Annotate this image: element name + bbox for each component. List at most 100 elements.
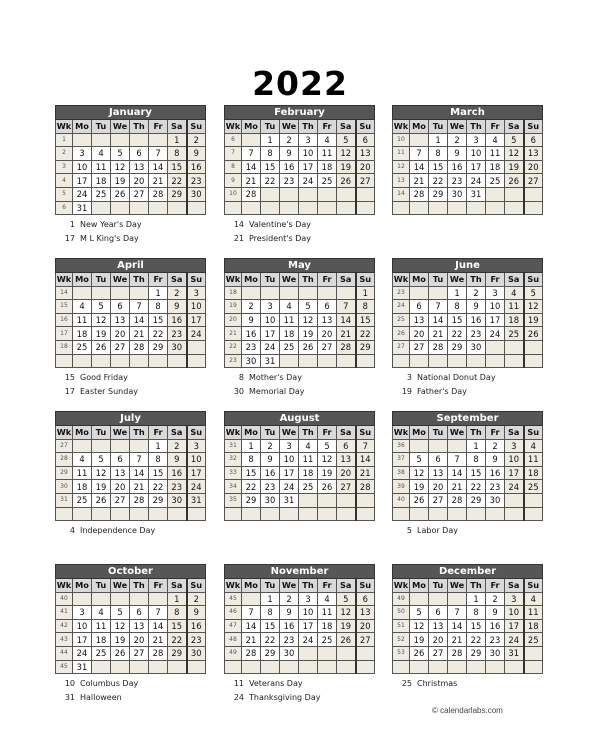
day-cell: 30 bbox=[485, 492, 505, 508]
week-number: 17 bbox=[55, 326, 73, 341]
day-cell: 15 bbox=[241, 465, 261, 481]
weekday-header: Mo bbox=[409, 425, 429, 440]
day-cell: 1 bbox=[447, 285, 467, 301]
weekday-header: Sa bbox=[336, 272, 356, 287]
day-cell: 29 bbox=[447, 339, 467, 355]
month-march: March Wk Mo Tu We Th Fr Sa Su 10 1 2 3 4 5 6 11 7 8 9 10 11 12… bbox=[392, 105, 543, 216]
empty-day-cell bbox=[279, 285, 299, 301]
empty-day-cell bbox=[336, 186, 356, 202]
empty-day-cell bbox=[317, 200, 337, 216]
day-cell: 15 bbox=[167, 618, 187, 634]
weekday-header: We bbox=[110, 119, 130, 134]
day-cell: 30 bbox=[260, 492, 280, 508]
day-cell: 28 bbox=[129, 339, 149, 355]
empty-day-cell bbox=[110, 353, 130, 369]
holiday-name: Father's Day bbox=[417, 387, 467, 396]
week-number: 19 bbox=[224, 299, 242, 314]
day-cell: 18 bbox=[72, 326, 92, 341]
empty-day-cell bbox=[428, 506, 448, 522]
weekday-header: Wk bbox=[55, 272, 73, 287]
empty-day-cell bbox=[485, 339, 505, 355]
day-cell: 13 bbox=[336, 452, 356, 467]
week-number: 6 bbox=[55, 200, 73, 216]
weekday-header: Su bbox=[185, 578, 206, 593]
day-cell: 14 bbox=[447, 465, 467, 481]
week-number: 7 bbox=[224, 146, 242, 161]
weekday-header: Su bbox=[522, 425, 543, 440]
day-cell: 24 bbox=[185, 326, 206, 341]
empty-day-cell bbox=[317, 506, 337, 522]
weekday-header: Mo bbox=[241, 272, 261, 287]
week-row: 9 21 22 23 24 25 26 27 bbox=[224, 173, 375, 188]
day-cell: 5 bbox=[504, 132, 524, 148]
day-cell: 18 bbox=[485, 159, 505, 175]
holiday-date: 8 bbox=[238, 373, 244, 382]
day-cell: 22 bbox=[260, 632, 280, 647]
empty-day-cell bbox=[336, 645, 356, 661]
empty-day-cell bbox=[148, 591, 168, 607]
day-cell: 6 bbox=[409, 299, 429, 314]
week-row bbox=[224, 506, 375, 522]
month-october: October Wk Mo Tu We Th Fr Sa Su 40 1 2 41 3 4 5 6 7 8 9 42 10… bbox=[55, 564, 206, 675]
day-cell: 24 bbox=[279, 479, 299, 494]
empty-day-cell bbox=[298, 353, 318, 369]
day-cell: 12 bbox=[336, 605, 356, 620]
week-number: 33 bbox=[224, 465, 242, 481]
weekday-header: Th bbox=[466, 578, 486, 593]
week-row: 6 31 bbox=[55, 200, 206, 216]
holiday-item: 15 Good Friday bbox=[53, 371, 128, 385]
day-cell: 1 bbox=[466, 438, 486, 454]
day-cell: 29 bbox=[148, 492, 168, 508]
empty-day-cell bbox=[110, 506, 130, 522]
weekday-header: Sa bbox=[504, 425, 524, 440]
day-cell: 9 bbox=[279, 605, 299, 620]
empty-day-cell bbox=[409, 200, 429, 216]
holiday-name: Labor Day bbox=[417, 526, 458, 535]
weekday-header: Mo bbox=[241, 578, 261, 593]
month-name: March bbox=[392, 105, 543, 120]
day-cell: 29 bbox=[167, 645, 187, 661]
empty-day-cell bbox=[409, 659, 429, 675]
empty-day-cell bbox=[298, 492, 318, 508]
day-cell: 3 bbox=[260, 299, 280, 314]
day-cell: 27 bbox=[110, 339, 130, 355]
empty-day-cell bbox=[354, 659, 375, 675]
week-number: 36 bbox=[392, 438, 410, 454]
empty-day-cell bbox=[260, 506, 280, 522]
day-cell: 6 bbox=[522, 132, 543, 148]
day-cell: 9 bbox=[279, 146, 299, 161]
day-cell: 3 bbox=[72, 146, 92, 161]
weekday-header: Sa bbox=[167, 578, 187, 593]
month-name: January bbox=[55, 105, 206, 120]
day-cell: 18 bbox=[279, 326, 299, 341]
week-number: 31 bbox=[55, 492, 73, 508]
month-name: April bbox=[55, 258, 206, 273]
day-cell: 18 bbox=[298, 465, 318, 481]
day-cell: 26 bbox=[504, 173, 524, 188]
day-cell: 20 bbox=[129, 632, 149, 647]
day-cell: 14 bbox=[336, 312, 356, 328]
day-cell: 17 bbox=[260, 326, 280, 341]
holiday-item: 25 Christmas bbox=[390, 677, 458, 691]
weekday-header: Su bbox=[354, 119, 375, 134]
day-cell: 10 bbox=[298, 605, 318, 620]
empty-day-cell bbox=[91, 353, 111, 369]
week-row: 13 21 22 23 24 25 26 27 bbox=[392, 173, 543, 188]
weekday-header: Mo bbox=[72, 272, 92, 287]
day-cell: 7 bbox=[336, 299, 356, 314]
weekday-header: Su bbox=[185, 119, 206, 134]
week-number: 42 bbox=[55, 618, 73, 634]
empty-day-cell bbox=[354, 200, 375, 216]
day-cell: 16 bbox=[485, 465, 505, 481]
day-cell: 29 bbox=[260, 645, 280, 661]
week-row bbox=[55, 506, 206, 522]
week-row: 47 14 15 16 17 18 19 20 bbox=[224, 618, 375, 634]
day-cell: 15 bbox=[148, 312, 168, 328]
day-cell: 16 bbox=[167, 312, 187, 328]
day-cell: 10 bbox=[279, 452, 299, 467]
day-cell: 28 bbox=[241, 645, 261, 661]
day-cell: 28 bbox=[447, 492, 467, 508]
day-cell: 21 bbox=[447, 479, 467, 494]
day-cell: 2 bbox=[279, 132, 299, 148]
day-cell: 23 bbox=[485, 479, 505, 494]
